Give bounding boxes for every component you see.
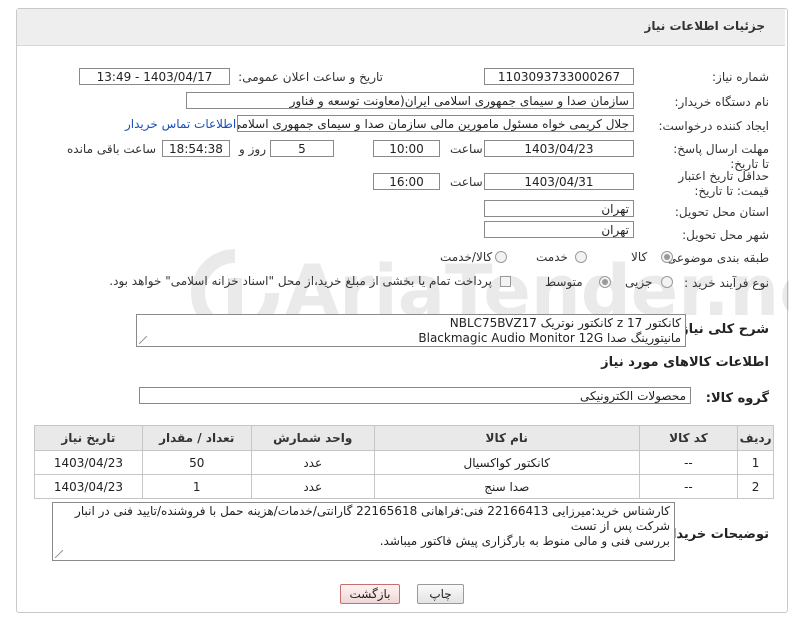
col-name: نام کالا	[373, 425, 640, 451]
buyer-org-label: نام دستگاه خریدار:	[674, 95, 770, 109]
row-code: --	[638, 450, 739, 475]
treasury-payment-checkbox[interactable]	[500, 276, 511, 287]
goods-info-title: اطلاعات کالاهای مورد نیاز	[601, 355, 769, 370]
validity-label: حداقل تاریخ اعتبار قیمت: تا تاریخ:	[678, 169, 769, 198]
resize-grip-icon[interactable]	[139, 336, 147, 344]
days-field: 5	[270, 140, 334, 157]
category-radio-goods[interactable]	[661, 251, 673, 263]
reply-date-field: 1403/04/23	[484, 140, 634, 157]
back-button[interactable]: بازگشت	[340, 584, 400, 604]
validity-date-field: 1403/04/31	[484, 173, 634, 190]
table-header-row: ردیف کد کالا نام کالا واحد شمارش تعداد /…	[34, 425, 774, 451]
province-field: تهران	[484, 200, 634, 217]
row-qty: 50	[141, 450, 252, 475]
process-option-medium: متوسط	[545, 275, 583, 289]
row-unit: عدد	[250, 450, 375, 475]
announce-field: 1403/04/17 - 13:49	[79, 68, 230, 85]
summary-line-2: مانیتورینگ صدا Blackmagic Audio Monitor …	[418, 331, 681, 345]
summary-label: شرح کلی نیاز:	[675, 322, 769, 337]
process-label: نوع فرآیند خرید :	[684, 276, 769, 290]
buyer-org-field: سازمان صدا و سیمای جمهوری اسلامی ایران(م…	[186, 92, 634, 109]
city-field: تهران	[484, 221, 634, 238]
creator-label: ایجاد کننده درخواست:	[658, 119, 769, 133]
category-radio-service[interactable]	[575, 251, 587, 263]
reply-time-label: ساعت	[450, 142, 483, 156]
row-number: 2	[737, 474, 774, 499]
print-button[interactable]: چاپ	[417, 584, 464, 604]
reply-deadline-label: مهلت ارسال پاسخ: تا تاریخ:	[673, 142, 769, 171]
row-qty: 1	[141, 474, 252, 499]
city-label: شهر محل تحویل:	[682, 228, 769, 242]
category-option-service: خدمت	[536, 250, 568, 264]
buyer-notes-label: توضیحات خریدار:	[659, 527, 769, 542]
row-date: 1403/04/23	[34, 474, 143, 499]
validity-time-label: ساعت	[450, 175, 483, 189]
creator-field: جلال کریمی خواه مسئول مامورین مالی سازما…	[237, 115, 634, 132]
category-label: طبقه بندی موضوعی:	[662, 251, 769, 265]
days-label: روز و	[239, 142, 266, 156]
remaining-label: ساعت باقی مانده	[67, 142, 157, 156]
goods-group-label: گروه کالا:	[705, 391, 769, 406]
buyer-notes-line-3: بررسی فنی و مالی منوط به بارگزاری پیش فا…	[379, 534, 670, 548]
process-option-minor: جزیی	[625, 275, 653, 289]
treasury-payment-note: پرداخت تمام یا بخشی از مبلغ خرید،از محل …	[109, 274, 492, 288]
summary-textarea: کانکتور z 17 کانکتور نوتریک NBLC75BVZ17 …	[136, 314, 686, 347]
row-name: کانکتور کواکسیال	[373, 450, 640, 475]
resize-grip-icon[interactable]	[55, 550, 63, 558]
col-date: تاریخ نیاز	[34, 425, 143, 451]
buyer-contact-link[interactable]: اطلاعات تماس خریدار	[125, 117, 236, 131]
buyer-notes-line-2: شرکت پس از تست	[570, 519, 670, 533]
row-number: 1	[737, 450, 774, 475]
reply-time-field: 10:00	[373, 140, 440, 157]
col-qty: تعداد / مقدار	[141, 425, 252, 451]
summary-line-1: کانکتور z 17 کانکتور نوتریک NBLC75BVZ17	[449, 316, 681, 330]
category-option-goods: کالا	[631, 250, 648, 264]
panel-title: جزئیات اطلاعات نیاز	[644, 19, 765, 33]
col-unit: واحد شمارش	[250, 425, 375, 451]
row-name: صدا سنج	[373, 474, 640, 499]
row-date: 1403/04/23	[34, 450, 143, 475]
row-unit: عدد	[250, 474, 375, 499]
need-number-field: 1103093733000267	[484, 68, 634, 85]
announce-label: تاریخ و ساعت اعلان عمومی:	[238, 70, 383, 84]
table-row: 2 -- صدا سنج عدد 1 1403/04/23	[34, 474, 774, 499]
remaining-time-field: 18:54:38	[162, 140, 230, 157]
goods-group-field: محصولات الکترونیکی	[139, 387, 691, 404]
col-row: ردیف	[737, 425, 774, 451]
category-option-both: کالا/خدمت	[440, 250, 493, 264]
process-radio-medium[interactable]	[599, 276, 611, 288]
category-radio-both[interactable]	[495, 251, 507, 263]
col-code: کد کالا	[638, 425, 739, 451]
process-radio-minor[interactable]	[661, 276, 673, 288]
buyer-notes-line-1: کارشناس خرید:میرزایی 22166413 فنی:فراهان…	[75, 504, 670, 518]
row-code: --	[638, 474, 739, 499]
buyer-notes-textarea: کارشناس خرید:میرزایی 22166413 فنی:فراهان…	[52, 502, 675, 561]
need-number-label: شماره نیاز:	[712, 70, 769, 84]
province-label: استان محل تحویل:	[674, 205, 769, 219]
validity-time-field: 16:00	[373, 173, 440, 190]
goods-table: ردیف کد کالا نام کالا واحد شمارش تعداد /…	[34, 425, 774, 499]
table-row: 1 -- کانکتور کواکسیال عدد 50 1403/04/23	[34, 450, 774, 475]
